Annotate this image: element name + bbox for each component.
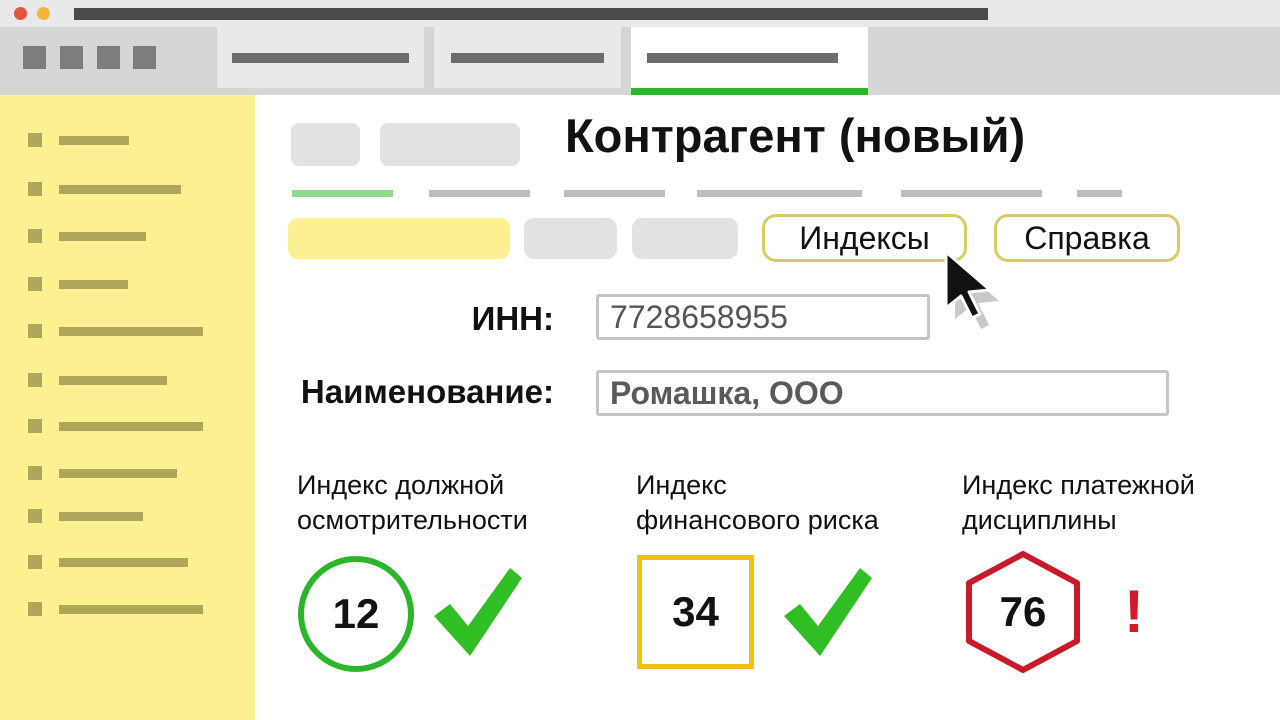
address-bar[interactable] [74, 8, 988, 20]
sidebar-item-icon [28, 602, 42, 616]
sidebar-item-label-placeholder [59, 136, 129, 145]
sidebar-item-label-placeholder [59, 605, 203, 614]
tab-active[interactable] [631, 27, 868, 95]
tab-active-label-placeholder [647, 53, 838, 63]
payment-discipline-index-badge: 76 [999, 588, 1047, 635]
sidebar-item-icon [28, 373, 42, 387]
sidebar-item-label-placeholder [59, 558, 188, 567]
sidebar-item-label-placeholder [59, 376, 167, 385]
action-button-3[interactable] [632, 218, 738, 259]
sidebar-item-label-placeholder [59, 185, 181, 194]
sidebar-item-icon [28, 229, 42, 243]
toolbar-icon-3[interactable] [97, 46, 120, 69]
sidebar [0, 95, 255, 720]
name-label: Наименование: [300, 373, 554, 410]
sidebar-item-label-placeholder [59, 232, 146, 241]
page-title: Контрагент (новый) [565, 109, 1026, 162]
window-close-button[interactable] [14, 7, 27, 20]
inn-field[interactable]: 7728658955 [596, 294, 930, 340]
sidebar-item-icon [28, 555, 42, 569]
primary-action-button[interactable] [288, 218, 510, 259]
window-minimize-button[interactable] [37, 7, 50, 20]
exclamation-icon: ! [1124, 578, 1144, 645]
sidebar-item-icon [28, 182, 42, 196]
sidebar-item-icon [28, 324, 42, 338]
sidebar-item-icon [28, 133, 42, 147]
back-button[interactable] [291, 123, 360, 166]
subtab-5[interactable] [901, 190, 1042, 197]
sidebar-item-label-placeholder [59, 469, 177, 478]
mouse-pointer-icon [944, 250, 999, 329]
inn-label: ИНН: [471, 300, 554, 337]
tab-2-label-placeholder [451, 53, 604, 63]
financial-risk-index-caption: Индекс финансового риска [636, 468, 879, 538]
action-button-2[interactable] [524, 218, 617, 259]
subtab-4[interactable] [697, 190, 862, 197]
caption-line: осмотрительности [297, 505, 528, 535]
sidebar-item-label-placeholder [59, 327, 203, 336]
forward-button[interactable] [380, 123, 520, 166]
caption-line: финансового риска [636, 505, 879, 535]
subtab-2[interactable] [429, 190, 530, 197]
caption-line: Индекс [636, 470, 727, 500]
tab-1[interactable] [217, 27, 424, 88]
toolbar-icon-2[interactable] [60, 46, 83, 69]
caption-line: дисциплины [962, 505, 1117, 535]
sidebar-item-label-placeholder [59, 512, 143, 521]
subtab-3[interactable] [564, 190, 665, 197]
due-diligence-index-caption: Индекс должной осмотрительности [297, 468, 528, 538]
check-icon [784, 568, 872, 656]
subtab-active[interactable] [292, 190, 393, 197]
tab-strip [0, 27, 1280, 95]
tab-active-underline [631, 88, 868, 95]
help-button[interactable]: Справка [994, 214, 1180, 262]
payment-discipline-index-caption: Индекс платежной дисциплины [962, 468, 1195, 538]
window-titlebar [0, 0, 1280, 27]
sidebar-item-icon [28, 419, 42, 433]
indexes-button[interactable]: Индексы [762, 214, 967, 262]
tab-1-label-placeholder [232, 53, 409, 63]
sidebar-item-icon [28, 277, 42, 291]
caption-line: Индекс платежной [962, 470, 1195, 500]
sidebar-item-label-placeholder [59, 280, 128, 289]
check-icon [434, 568, 522, 656]
name-field[interactable]: Ромашка, ООО [596, 370, 1169, 416]
sidebar-item-label-placeholder [59, 422, 203, 431]
financial-risk-index-badge: 34 [637, 555, 754, 669]
toolbar-icon-1[interactable] [23, 46, 46, 69]
sidebar-item-icon [28, 466, 42, 480]
sidebar-item-icon [28, 509, 42, 523]
tab-2[interactable] [434, 27, 621, 88]
due-diligence-index-badge: 12 [298, 556, 414, 672]
caption-line: Индекс должной [297, 470, 505, 500]
toolbar-icon-4[interactable] [133, 46, 156, 69]
subtab-6[interactable] [1077, 190, 1122, 197]
